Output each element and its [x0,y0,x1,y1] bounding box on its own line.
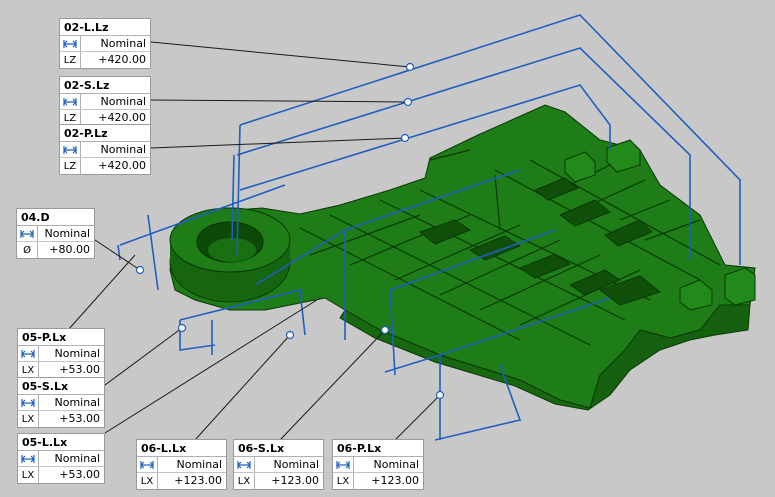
callout-title: 04.D [17,209,94,226]
callout-axis: LX [333,473,354,489]
callout-05-S-Lx[interactable]: 05-S.Lx Nominal LX +53.00 [17,377,105,428]
callout-04-D[interactable]: 04.D Nominal Ø +80.00 [16,208,95,259]
callout-type: Nominal [54,347,101,360]
callout-value: +80.00 [49,243,90,256]
callout-title: 02-S.Lz [60,77,150,94]
horizontal-double-arrow-icon [60,94,81,109]
horizontal-double-arrow-icon [60,36,81,51]
callout-axis: LX [18,411,39,427]
callout-value: +420.00 [98,53,146,66]
callout-axis: LX [18,362,39,378]
callout-02-P-Lz[interactable]: 02-P.Lz Nominal LZ +420.00 [59,124,151,175]
callout-value: +123.00 [271,474,319,487]
callout-title: 02-L.Lz [60,19,150,36]
callout-axis: LX [137,473,158,489]
callout-type: Nominal [44,227,91,240]
callout-type: Nominal [176,458,223,471]
callout-02-S-Lz[interactable]: 02-S.Lz Nominal LZ +420.00 [59,76,151,127]
horizontal-double-arrow-icon [18,395,39,410]
horizontal-double-arrow-icon [234,457,255,472]
model-viewport[interactable] [0,0,775,497]
callout-title: 06-S.Lx [234,440,323,457]
callout-06-P-Lx[interactable]: 06-P.Lx Nominal LX +123.00 [332,439,424,490]
callout-title: 06-P.Lx [333,440,423,457]
horizontal-double-arrow-icon [18,346,39,361]
callout-axis: LZ [60,158,81,174]
callout-axis: LX [234,473,255,489]
boss-bore-inner [208,238,256,262]
horizontal-double-arrow-icon [17,226,38,241]
horizontal-double-arrow-icon [60,142,81,157]
callout-02-L-Lz[interactable]: 02-L.Lz Nominal LZ +420.00 [59,18,151,69]
callout-type: Nominal [54,396,101,409]
callout-type: Nominal [100,37,147,50]
callout-type: Nominal [373,458,420,471]
callout-axis: LZ [60,52,81,68]
callout-title: 02-P.Lz [60,125,150,142]
callout-axis: LX [18,467,39,483]
callout-value: +420.00 [98,159,146,172]
callout-type: Nominal [273,458,320,471]
callout-06-L-Lx[interactable]: 06-L.Lx Nominal LX +123.00 [136,439,227,490]
horizontal-double-arrow-icon [137,457,158,472]
callout-06-S-Lx[interactable]: 06-S.Lx Nominal LX +123.00 [233,439,324,490]
callout-05-L-Lx[interactable]: 05-L.Lx Nominal LX +53.00 [17,433,105,484]
callout-value: +53.00 [59,363,100,376]
callout-05-P-Lx[interactable]: 05-P.Lx Nominal LX +53.00 [17,328,105,379]
callout-type: Nominal [54,452,101,465]
callout-title: 05-L.Lx [18,434,104,451]
callout-value: +53.00 [59,468,100,481]
horizontal-double-arrow-icon [333,457,354,472]
casting-part-model[interactable] [169,104,756,411]
callout-value: +123.00 [174,474,222,487]
callout-value: +53.00 [59,412,100,425]
callout-axis: Ø [17,242,38,258]
callout-title: 06-L.Lx [137,440,226,457]
horizontal-double-arrow-icon [18,451,39,466]
callout-type: Nominal [100,95,147,108]
callout-type: Nominal [100,143,147,156]
callout-title: 05-S.Lx [18,378,104,395]
callout-value: +123.00 [371,474,419,487]
callout-title: 05-P.Lx [18,329,104,346]
